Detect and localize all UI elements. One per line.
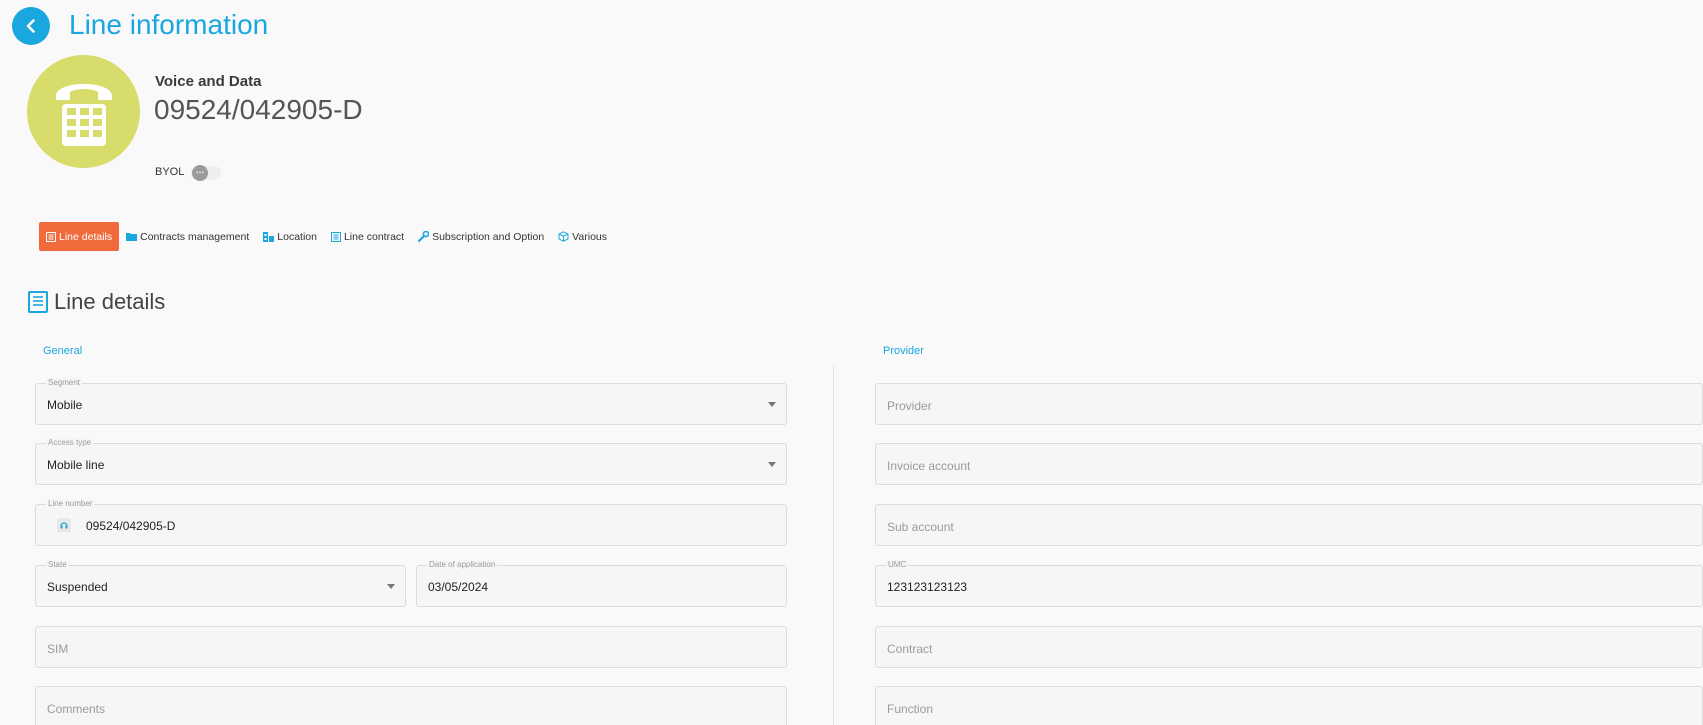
headset-icon [57, 518, 71, 532]
tab-label: Line details [59, 230, 113, 243]
line-id: 09524/042905-D [154, 94, 363, 125]
chevron-left-icon [26, 19, 35, 33]
page-title: Line information [69, 9, 269, 40]
field-placeholder: Comments [47, 702, 106, 716]
tab-label: Various [572, 230, 607, 243]
tab-contracts-management[interactable]: Contracts management [119, 222, 256, 251]
caret-down-icon [768, 402, 776, 407]
wrench-icon [418, 231, 430, 242]
tab-location[interactable]: Location [256, 222, 324, 251]
phone-icon [55, 83, 112, 146]
invoice-account-field[interactable]: Invoice account [875, 443, 1703, 485]
back-button[interactable] [12, 7, 50, 45]
line-number-field[interactable]: Line number 09524/042905-D [35, 499, 787, 546]
field-placeholder: Provider [887, 399, 932, 413]
field-placeholder: SIM [47, 642, 69, 656]
tab-label: Contracts management [140, 230, 250, 243]
field-placeholder: Function [887, 702, 934, 716]
field-label: Segment [46, 378, 83, 388]
building-icon [263, 231, 275, 242]
field-placeholder: Contract [887, 642, 933, 656]
field-value: 09524/042905-D [86, 519, 176, 533]
field-placeholder: Invoice account [887, 459, 971, 473]
field-label: Line number [46, 499, 95, 509]
segment-select[interactable]: Segment Mobile [35, 378, 787, 425]
tab-label: Line contract [343, 230, 405, 243]
document-icon [330, 231, 341, 242]
section-title: Line details [54, 289, 166, 314]
field-label: Access type [46, 438, 94, 448]
document-icon [46, 231, 56, 242]
field-label: UMC [886, 560, 909, 570]
tab-label: Subscription and Option [432, 230, 545, 243]
field-value: 123123123123 [887, 580, 968, 594]
tab-line-details[interactable]: Line details [39, 222, 120, 251]
caret-down-icon [768, 462, 776, 467]
field-label: State [46, 560, 69, 570]
field-placeholder: Sub account [887, 520, 954, 534]
sub-account-field[interactable]: Sub account [875, 504, 1703, 546]
umc-field[interactable]: UMC 123123123123 [875, 560, 1703, 607]
access-type-select[interactable]: Access type Mobile line [35, 438, 787, 485]
field-value: 03/05/2024 [428, 580, 489, 594]
tab-subscription-and-option[interactable]: Subscription and Option [411, 222, 551, 251]
state-select[interactable]: State Suspended [35, 560, 406, 607]
date-of-application-field[interactable]: Date of application 03/05/2024 [416, 560, 787, 607]
tab-bar: Line details Contracts management Locati… [39, 222, 614, 251]
comments-field[interactable]: Comments [35, 686, 787, 725]
cube-icon [558, 231, 569, 242]
tab-label: Location [277, 230, 317, 243]
field-value: Suspended [47, 580, 108, 594]
byol-toggle[interactable]: ••• [191, 165, 221, 181]
line-avatar [27, 55, 140, 168]
general-group-label: General [43, 345, 83, 357]
caret-down-icon [387, 584, 395, 589]
column-divider [833, 365, 834, 725]
line-type: Voice and Data [155, 73, 262, 90]
function-field[interactable]: Function [875, 686, 1703, 725]
sim-field[interactable]: SIM [35, 626, 787, 668]
folder-icon [126, 232, 138, 241]
byol-label: BYOL [155, 166, 185, 178]
field-value: Mobile line [47, 458, 105, 472]
tab-various[interactable]: Various [551, 222, 614, 251]
field-label: Date of application [427, 560, 498, 570]
provider-group-label: Provider [883, 345, 924, 357]
tab-line-contract[interactable]: Line contract [324, 222, 411, 251]
contract-field[interactable]: Contract [875, 626, 1703, 668]
field-value: Mobile [47, 398, 83, 412]
toggle-knob: ••• [192, 165, 208, 181]
section-document-icon [28, 291, 48, 318]
provider-field[interactable]: Provider [875, 383, 1703, 425]
